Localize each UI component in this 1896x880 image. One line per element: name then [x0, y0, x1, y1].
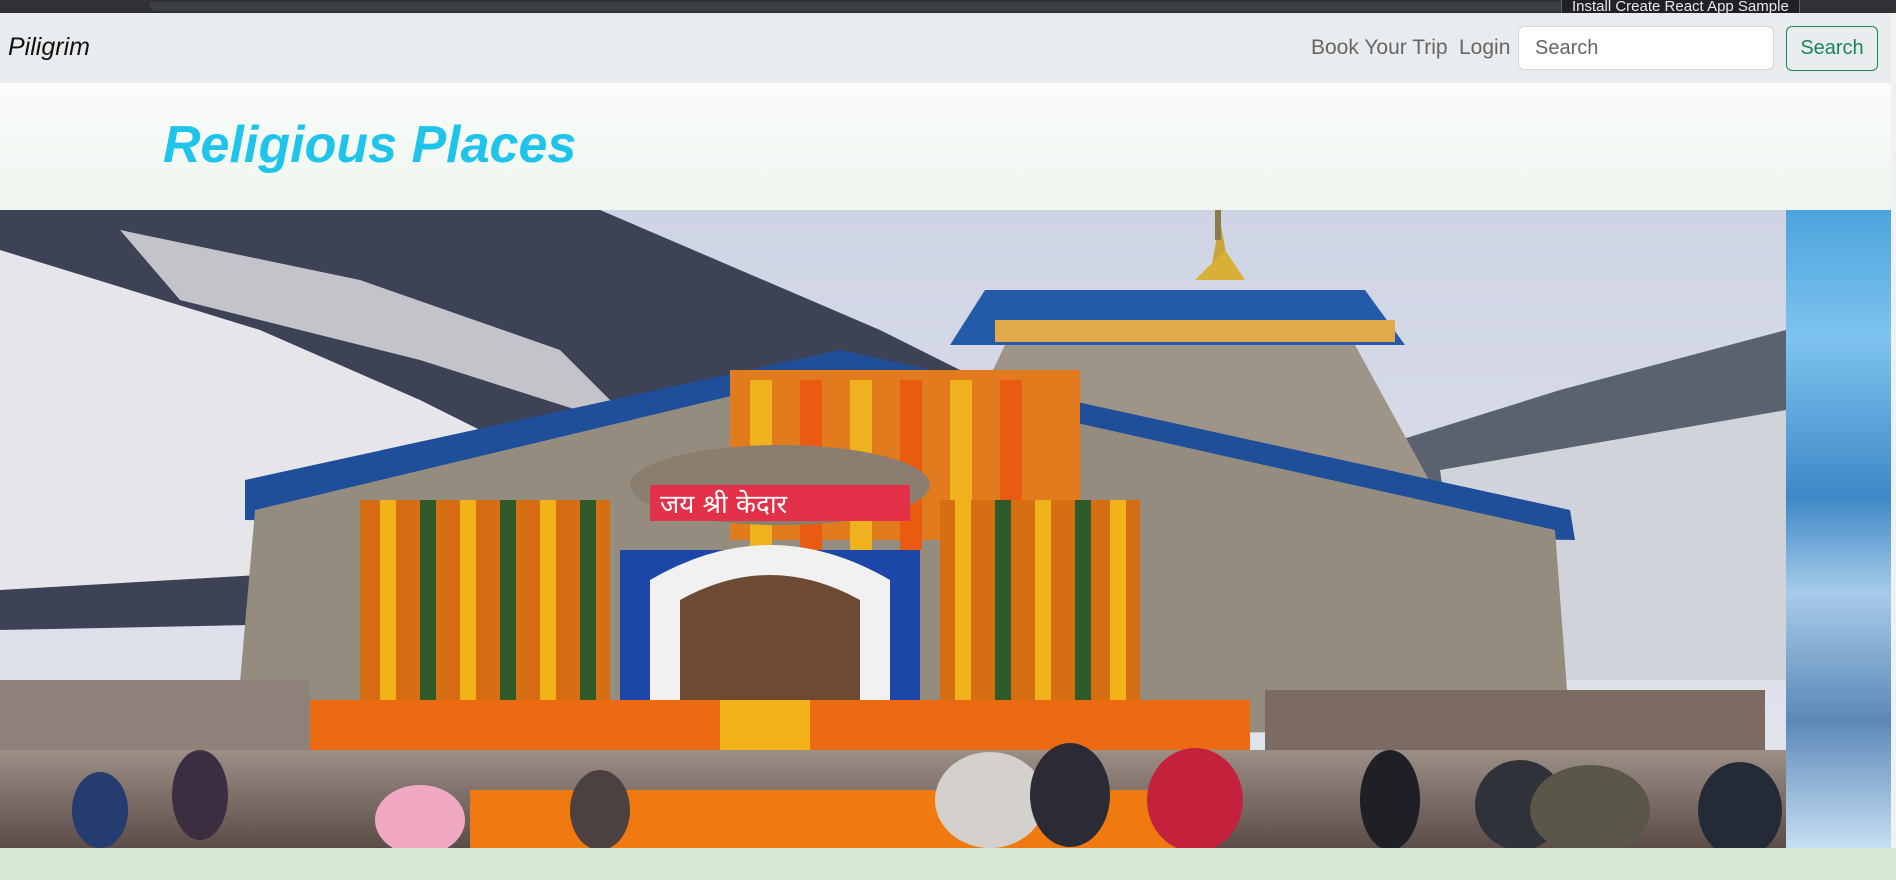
page-scrollbar[interactable]: [1891, 13, 1896, 848]
page-title: Religious Places: [163, 116, 577, 174]
search-input[interactable]: [1518, 26, 1774, 70]
carousel-slide-next-preview[interactable]: [1786, 210, 1891, 848]
image-carousel[interactable]: जय श्री केदार: [0, 210, 1891, 848]
carousel-slide-kedarnath-temple[interactable]: जय श्री केदार: [0, 210, 1786, 848]
navbar-brand[interactable]: Piligrim: [8, 33, 90, 62]
browser-tab-strip: [150, 2, 1720, 11]
temple-sign-text: जय श्री केदार: [660, 489, 789, 520]
kedarnath-temple-image: जय श्री केदार: [0, 210, 1786, 848]
navbar: Piligrim Book Your Trip Login Search: [0, 13, 1896, 83]
nav-link-login[interactable]: Login: [1459, 36, 1510, 60]
heading-section: Religious Places: [0, 83, 1891, 210]
nav-link-book-your-trip[interactable]: Book Your Trip: [1311, 36, 1448, 60]
page-bottom-band: [0, 848, 1896, 880]
search-button[interactable]: Search: [1786, 26, 1878, 71]
